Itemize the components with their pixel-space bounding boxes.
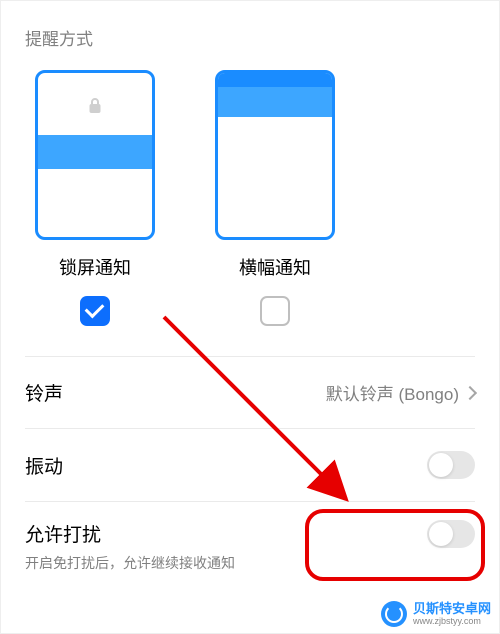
row-ringtone-label: 铃声 <box>25 379 63 406</box>
option-banner[interactable]: 横幅通知 <box>215 70 335 326</box>
row-vibration-label: 振动 <box>25 452 63 479</box>
option-banner-checkbox[interactable] <box>260 296 290 326</box>
option-banner-label: 横幅通知 <box>239 254 311 280</box>
notification-bar <box>218 87 332 117</box>
row-allow-disturb-label: 允许打扰 <box>25 520 427 547</box>
row-ringtone-value: 默认铃声 (Bongo) <box>326 380 475 405</box>
watermark-main: 贝斯特安卓网 <box>413 602 491 615</box>
vibration-toggle[interactable] <box>427 451 475 479</box>
lockscreen-preview <box>35 70 155 240</box>
watermark-sub: www.zjbstyy.com <box>413 617 491 626</box>
lock-icon <box>88 97 102 115</box>
ringtone-value-text: 默认铃声 (Bongo) <box>326 380 459 405</box>
row-ringtone[interactable]: 铃声 默认铃声 (Bongo) <box>25 356 475 428</box>
banner-preview <box>215 70 335 240</box>
row-vibration[interactable]: 振动 <box>25 428 475 501</box>
option-lockscreen-checkbox[interactable] <box>80 296 110 326</box>
row-allow-disturb-sub: 开启免打扰后，允许继续接收通知 <box>25 553 427 573</box>
option-lockscreen-label: 锁屏通知 <box>59 254 131 280</box>
allow-disturb-toggle[interactable] <box>427 520 475 548</box>
watermark: 贝斯特安卓网 www.zjbstyy.com <box>381 601 491 627</box>
section-title: 提醒方式 <box>25 25 475 50</box>
notification-bar <box>38 135 152 169</box>
watermark-logo-icon <box>381 601 407 627</box>
option-lockscreen[interactable]: 锁屏通知 <box>35 70 155 326</box>
notification-style-options: 锁屏通知 横幅通知 <box>25 70 475 326</box>
status-bar <box>218 73 332 87</box>
chevron-right-icon <box>463 385 477 399</box>
row-allow-disturb[interactable]: 允许打扰 开启免打扰后，允许继续接收通知 <box>25 501 475 595</box>
